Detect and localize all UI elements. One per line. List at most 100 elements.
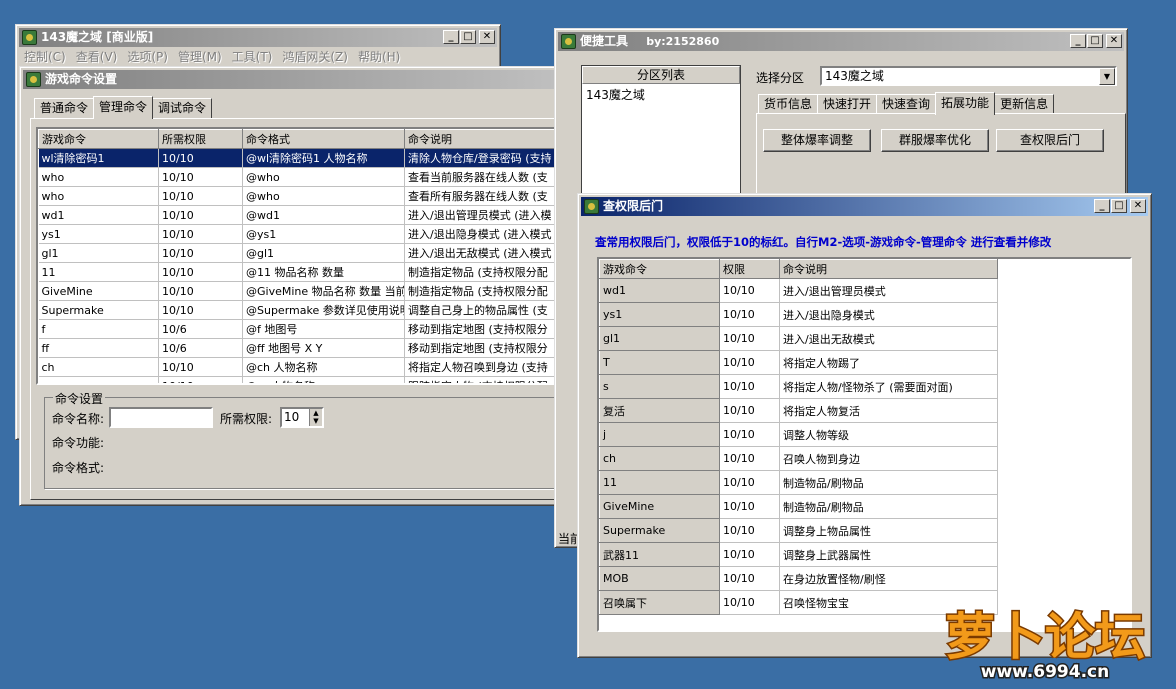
main-window-titlebar[interactable]: 143魔之域 [商业版] _ □ ✕ xyxy=(19,28,497,47)
table-cell: 10/10 xyxy=(719,566,780,591)
table-cell: 10/6 xyxy=(158,319,243,339)
table-cell: 10/10 xyxy=(719,542,780,567)
close-button[interactable]: ✕ xyxy=(1106,34,1122,48)
command-grid[interactable]: 游戏命令 所需权限 命令格式 命令说明 wl清除密码1 10/10 @wl清除密码1… xyxy=(36,127,566,385)
permission-grid[interactable]: 游戏命令 权限 命令说明 wd1 10/10 进入/退出管理员模式 ys1 10/10 进… xyxy=(597,257,1132,632)
col-header-permission[interactable]: 权限 xyxy=(719,259,780,279)
col-header-command[interactable]: 游戏命令 xyxy=(599,259,720,279)
table-row[interactable]: ys1 10/10 进入/退出隐身模式 xyxy=(599,302,998,327)
table-row[interactable]: GiveMine 10/10 制造物品/刷物品 xyxy=(599,494,998,519)
table-row[interactable]: 复活 10/10 将指定人物复活 xyxy=(599,398,998,423)
check-permission-backdoor-button[interactable]: 查权限后门 xyxy=(996,129,1104,152)
table-cell: 10/10 xyxy=(719,518,780,543)
spinner-arrows-icon[interactable]: ▲ ▼ xyxy=(309,409,322,426)
minimize-button[interactable]: _ xyxy=(1094,199,1110,213)
table-row[interactable]: 11 10/10 @11 物品名称 数量 制造指定物品 (支持权限分配 xyxy=(38,262,566,282)
permission-label: 所需权限: xyxy=(220,412,273,426)
menu-item[interactable]: 鸿盾网关(Z) xyxy=(277,47,353,67)
table-cell: f xyxy=(38,319,159,339)
table-row[interactable]: 武器11 10/10 调整身上武器属性 xyxy=(599,542,998,567)
command-name-input[interactable] xyxy=(109,407,213,428)
tools-tab[interactable]: 更新信息 xyxy=(994,94,1055,114)
table-row[interactable]: ff 10/6 @ff 地图号 X Y 移动到指定地图 (支持权限分 xyxy=(38,338,566,358)
table-row[interactable]: Supermake 10/10 调整身上物品属性 xyxy=(599,518,998,543)
table-row[interactable]: wd1 10/10 进入/退出管理员模式 xyxy=(599,278,998,303)
tools-tab[interactable]: 快速查询 xyxy=(876,94,937,114)
table-row[interactable]: ch 10/10 @ch 人物名称 将指定人物召唤到身边 (支持 xyxy=(38,357,566,377)
table-row[interactable]: ...10/10@... 人物名称跟踪指定人物 (支持权限分配 xyxy=(38,376,566,383)
tools-window-author: by:2152860 xyxy=(646,35,720,48)
logo-text: 萝卜论坛 xyxy=(945,608,1145,666)
menu-item[interactable]: 工具(T) xyxy=(227,47,278,67)
table-cell: 10/10 xyxy=(719,494,780,519)
partition-select[interactable]: 143魔之域 ▼ xyxy=(820,66,1117,86)
permission-window-titlebar[interactable]: 查权限后门 _ □ ✕ xyxy=(581,197,1148,216)
table-cell: @ys1 xyxy=(242,224,405,244)
command-format-label: 命令格式: xyxy=(52,461,105,475)
menu-item[interactable]: 帮助(H) xyxy=(353,47,405,67)
forum-logo: 萝卜论坛 www.6994.cn xyxy=(944,607,1147,682)
table-cell: ... xyxy=(38,376,159,383)
tools-window-titlebar[interactable]: 便捷工具 by:2152860 _ □ ✕ xyxy=(558,32,1124,51)
table-cell: who xyxy=(38,186,159,206)
maximize-button[interactable]: □ xyxy=(460,30,476,44)
tools-tab[interactable]: 货币信息 xyxy=(758,94,819,114)
tools-tab[interactable]: 快速打开 xyxy=(817,94,878,114)
tab-admin-commands[interactable]: 管理命令 xyxy=(93,96,154,119)
group-droprate-button[interactable]: 群服爆率优化 xyxy=(881,129,989,152)
menu-item[interactable]: 选项(P) xyxy=(122,47,173,67)
table-row[interactable]: Supermake 10/10 @Supermake 参数详见使用说明 调整自己身上的… xyxy=(38,300,566,320)
table-row[interactable]: 11 10/10 制造物品/刷物品 xyxy=(599,470,998,495)
table-row[interactable]: gl1 10/10 @gl1 进入/退出无敌模式 (进入模式 xyxy=(38,243,566,263)
chevron-down-icon[interactable]: ▼ xyxy=(1099,68,1115,85)
table-row[interactable]: f 10/6 @f 地图号 移动到指定地图 (支持权限分 xyxy=(38,319,566,339)
table-cell: 10/10 xyxy=(158,205,243,225)
menu-item[interactable]: 查看(V) xyxy=(71,47,123,67)
minimize-button[interactable]: _ xyxy=(1070,34,1086,48)
table-row[interactable]: j 10/10 调整人物等级 xyxy=(599,422,998,447)
table-cell: 10/10 xyxy=(719,398,780,423)
col-header-description[interactable]: 命令说明 xyxy=(779,259,998,279)
close-button[interactable]: ✕ xyxy=(479,30,495,44)
menu-item[interactable]: 管理(M) xyxy=(173,47,227,67)
table-cell: gl1 xyxy=(599,326,720,351)
table-row[interactable]: GiveMine 10/10 @GiveMine 物品名称 数量 当前 制造指定物品 … xyxy=(38,281,566,301)
table-cell: who xyxy=(38,167,159,187)
col-header-command[interactable]: 游戏命令 xyxy=(38,129,159,149)
table-cell: gl1 xyxy=(38,243,159,263)
maximize-button[interactable]: □ xyxy=(1087,34,1103,48)
table-row[interactable]: T 10/10 将指定人物踢了 xyxy=(599,350,998,375)
table-row[interactable]: ch 10/10 召唤人物到身边 xyxy=(599,446,998,471)
table-row[interactable]: who 10/10 @who 查看当前服务器在线人数 (支 xyxy=(38,167,566,187)
table-row[interactable]: wl清除密码1 10/10 @wl清除密码1 人物名称 清除人物仓库/登录密码 (支持 xyxy=(38,148,566,168)
partition-item[interactable]: 143魔之域 xyxy=(582,84,740,105)
col-header-permission[interactable]: 所需权限 xyxy=(158,129,243,149)
table-cell: 10/10 xyxy=(719,350,780,375)
close-button[interactable]: ✕ xyxy=(1130,199,1146,213)
table-row[interactable]: gl1 10/10 进入/退出无敌模式 xyxy=(599,326,998,351)
col-header-format[interactable]: 命令格式 xyxy=(242,129,405,149)
partition-list[interactable]: 分区列表 143魔之域 xyxy=(581,65,741,201)
table-cell: Supermake xyxy=(38,300,159,320)
overall-droprate-button[interactable]: 整体爆率调整 xyxy=(763,129,871,152)
tab-debug-commands[interactable]: 调试命令 xyxy=(152,98,213,118)
maximize-button[interactable]: □ xyxy=(1111,199,1127,213)
col-header-description[interactable]: 命令说明 xyxy=(404,129,566,149)
table-row[interactable]: s 10/10 将指定人物/怪物杀了 (需要面对面) xyxy=(599,374,998,399)
table-cell: 进入/退出管理员模式 (进入模 xyxy=(404,205,566,225)
tools-tab[interactable]: 拓展功能 xyxy=(935,92,996,115)
table-row[interactable]: who 10/10 @who 查看所有服务器在线人数 (支 xyxy=(38,186,566,206)
table-cell: 调整身上物品属性 xyxy=(779,518,998,543)
menu-item[interactable]: 控制(C) xyxy=(19,47,71,67)
table-row[interactable]: MOB 10/10 在身边放置怪物/刷怪 xyxy=(599,566,998,591)
table-cell: GiveMine xyxy=(599,494,720,519)
table-cell: 进入/退出隐身模式 xyxy=(779,302,998,327)
table-row[interactable]: wd1 10/10 @wd1 进入/退出管理员模式 (进入模 xyxy=(38,205,566,225)
tools-tabs: 货币信息 快速打开 快速查询 拓展功能 更新信息 xyxy=(758,92,1055,115)
tab-normal-commands[interactable]: 普通命令 xyxy=(34,98,95,118)
command-window-titlebar[interactable]: 游戏命令设置 xyxy=(23,70,563,89)
permission-spinner[interactable]: 10 ▲ ▼ xyxy=(280,407,324,428)
table-row[interactable]: ys1 10/10 @ys1 进入/退出隐身模式 (进入模式 xyxy=(38,224,566,244)
table-cell: 清除人物仓库/登录密码 (支持 xyxy=(404,148,566,168)
minimize-button[interactable]: _ xyxy=(443,30,459,44)
